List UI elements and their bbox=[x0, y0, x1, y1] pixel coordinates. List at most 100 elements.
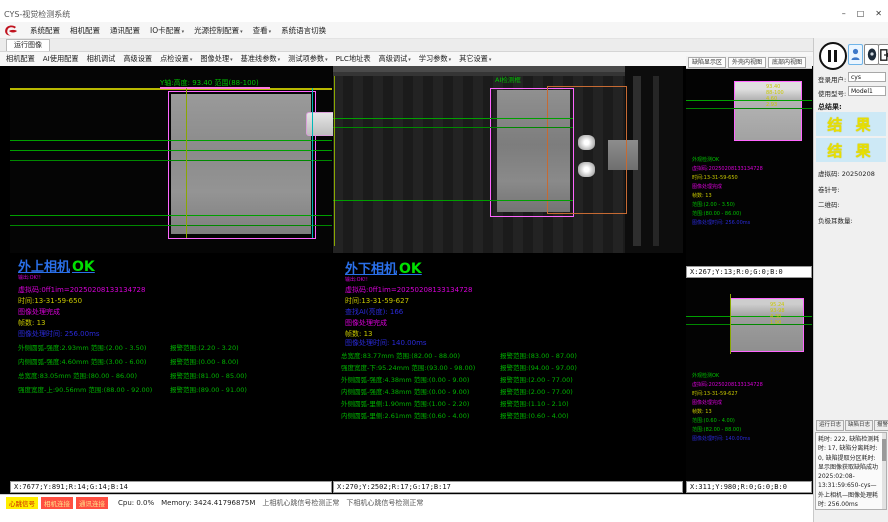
menu-item[interactable]: 光源控制配置▾ bbox=[194, 25, 243, 36]
menu-item[interactable]: 查看▾ bbox=[253, 25, 272, 36]
measurement-value: 外侧圆弧-强度:4.38mm 范围:(0.00 - 9.00) bbox=[341, 374, 469, 384]
measurement-value: 总宽度:83.05mm 范围:(80.00 - 86.00) bbox=[18, 370, 137, 380]
overlay-value: 1.90 bbox=[770, 320, 785, 326]
toolbar-button[interactable]: AI使用配置 bbox=[43, 54, 79, 64]
alarm-range: 报警范围:(2.00 - 77.00) bbox=[500, 386, 573, 396]
measurement-row: 内侧圆弧-强度:4.38mm 范围:(0.00 - 9.00) 报警范围:(2.… bbox=[333, 386, 683, 398]
log-tab[interactable]: 报警日志 bbox=[874, 420, 888, 431]
measurement-value: 强度宽度-上:90.56mm 范围:(88.00 - 92.00) bbox=[18, 384, 152, 394]
proc-time-line: 图像处理时间: 256.00ms bbox=[18, 329, 100, 339]
ok-status: OK bbox=[399, 261, 422, 277]
thumb-text-line: 时间:13-31-59-650 bbox=[692, 174, 763, 183]
ok-status: OK bbox=[72, 259, 95, 275]
toolbar-button[interactable]: 图像处理▾ bbox=[200, 54, 232, 64]
alarm-range: 报警范围:(83.00 - 87.00) bbox=[500, 350, 577, 360]
guide-line-vertical bbox=[730, 294, 731, 354]
thumbnail-tab[interactable]: 缺陷显示区 bbox=[688, 57, 726, 68]
login-user-field[interactable]: cys bbox=[848, 72, 886, 82]
measurement-row: 强度宽度-上:90.56mm 范围:(88.00 - 92.00) 报警范围:(… bbox=[10, 384, 332, 398]
pause-button[interactable] bbox=[819, 42, 847, 70]
log-tab[interactable]: 缺陷日志 bbox=[845, 420, 873, 431]
menu-items: 系统配置相机配置通讯配置 IO卡配置▾ 光源控制配置▾ 查看▾ 系统语言切换 bbox=[25, 25, 331, 36]
toolbar-button[interactable]: 基准线参数▾ bbox=[241, 54, 280, 64]
toolbar-button[interactable]: 测试项参数▾ bbox=[288, 54, 327, 64]
menu-item[interactable]: 系统语言切换 bbox=[281, 25, 326, 36]
ai-time-line: 查找AI(亮度): 166 bbox=[345, 307, 403, 317]
toolbar-button[interactable]: 高级调试▾ bbox=[379, 54, 411, 64]
menu-item[interactable]: 相机配置 bbox=[70, 25, 100, 36]
log-scrollbar[interactable] bbox=[882, 433, 886, 509]
thumb-text-line: 范围:(2.00 - 3.50) bbox=[692, 201, 763, 210]
output-line: 输出:OK!! bbox=[345, 276, 368, 283]
thumb-text-line: 帧数: 13 bbox=[692, 192, 763, 201]
toolbar-button[interactable]: 其它设置▾ bbox=[459, 54, 491, 64]
chevron-down-icon: ▾ bbox=[182, 29, 185, 35]
thumb-text-line: 时间:13-31-59-627 bbox=[692, 390, 763, 399]
toolbar-button[interactable]: 点检设置▾ bbox=[160, 54, 192, 64]
exit-button[interactable] bbox=[878, 44, 888, 65]
left-camera-image[interactable]: Y轴:高度: 93.40 范围(88-100) bbox=[10, 66, 332, 253]
user-button[interactable] bbox=[848, 44, 863, 65]
guide-line bbox=[333, 200, 573, 201]
log-tab[interactable]: 运行日志 bbox=[816, 420, 844, 431]
guide-line bbox=[686, 324, 812, 325]
measurement-row: 内侧圆弧-强度:4.60mm 范围:(3.00 - 6.00) 报警范围:(0.… bbox=[10, 356, 332, 370]
menu-item[interactable]: IO卡配置▾ bbox=[150, 25, 184, 36]
mid-measurements: 总宽度:83.77mm 范围:(82.00 - 88.00) 报警范围:(83.… bbox=[333, 350, 683, 422]
thumbnail-camera-a[interactable]: 93.4088-1004.602.93 外观检测OK虚拟码:2025020813… bbox=[686, 70, 812, 266]
tab-run-image[interactable]: 运行图像 bbox=[6, 39, 50, 51]
chevron-down-icon: ▾ bbox=[489, 57, 492, 63]
log-scrollbar-thumb[interactable] bbox=[882, 439, 886, 461]
weld-spot bbox=[578, 135, 595, 150]
guide-line bbox=[10, 225, 332, 226]
thumb-a-overlay: 93.4088-1004.602.93 bbox=[766, 84, 784, 108]
thumb-text-line: 图像处理时间: 140.00ms bbox=[692, 435, 763, 444]
menu-item[interactable]: 系统配置 bbox=[30, 25, 60, 36]
right-control-panel: 登录用户: cys 使用型号: Model1 总结果: 结 果 结 果 虚拟码:… bbox=[813, 38, 888, 522]
logout-icon bbox=[880, 49, 888, 61]
measurement-row: 外侧圆弧-里侧:1.90mm 范围:(1.00 - 2.20) 报警范围:(1.… bbox=[333, 398, 683, 410]
guide-line bbox=[686, 316, 812, 317]
thumbnail-camera-b[interactable]: 95.2493-984.381.90 外观检测OK虚拟码:20250208133… bbox=[686, 280, 812, 481]
thumbnail-tab[interactable]: 底部内视图 bbox=[768, 57, 806, 68]
menu-item[interactable]: 通讯配置 bbox=[110, 25, 140, 36]
guide-line bbox=[10, 160, 332, 161]
lock-button[interactable] bbox=[864, 44, 879, 65]
measurement-value: 总宽度:83.77mm 范围:(82.00 - 88.00) bbox=[341, 350, 460, 360]
mid-camera-image[interactable]: AI检测框 bbox=[333, 66, 683, 253]
minimize-button[interactable]: – bbox=[842, 9, 846, 18]
needle-label: 卷针号: bbox=[818, 184, 840, 194]
measurement-row: 总宽度:83.77mm 范围:(82.00 - 88.00) 报警范围:(83.… bbox=[333, 350, 683, 362]
model-label: 使用型号: bbox=[818, 88, 846, 98]
thumbnail-tab[interactable]: 外壳内视图 bbox=[728, 57, 766, 68]
barcode-label: 虚拟码: 20250208 bbox=[818, 168, 875, 178]
maximize-button[interactable]: □ bbox=[857, 9, 865, 18]
alarm-range: 报警范围:(0.00 - 8.00) bbox=[170, 356, 239, 366]
toolbar-button[interactable]: 相机调试 bbox=[87, 54, 116, 64]
result-badge-1: 结 果 bbox=[816, 112, 886, 136]
weld-spot bbox=[578, 162, 595, 177]
mid-camera-title: 外下相机OK bbox=[345, 258, 422, 277]
window-controls: – □ ✕ bbox=[842, 9, 882, 18]
part-surface bbox=[171, 94, 311, 234]
toolbar-button[interactable]: 高级设置 bbox=[123, 54, 152, 64]
alarm-range: 报警范围:(1.10 - 2.10) bbox=[500, 398, 569, 408]
thumb-text-line: 外观检测OK bbox=[692, 372, 763, 381]
toolbar-button[interactable]: 学习参数▾ bbox=[419, 54, 451, 64]
thumb-text-line: 图像处理时间: 256.00ms bbox=[692, 219, 763, 228]
model-field[interactable]: Model1 bbox=[848, 86, 886, 96]
alarm-range: 报警范围:(2.20 - 3.20) bbox=[170, 342, 239, 352]
thumb-text-line: 虚拟码:20250208133134728 bbox=[692, 165, 763, 174]
close-button[interactable]: ✕ bbox=[875, 9, 882, 18]
log-output[interactable]: 耗时: 222, 缺陷检测耗时: 17, 缺陷分离耗时: 0, 缺陷提取分区耗时… bbox=[815, 432, 887, 510]
chevron-down-icon: ▾ bbox=[269, 29, 272, 35]
guide-line bbox=[10, 150, 332, 151]
toolbar-button[interactable]: 相机配置 bbox=[6, 54, 35, 64]
process-line: 图像处理完成 bbox=[345, 318, 387, 328]
measurement-value: 外侧圆弧-里侧:1.90mm 范围:(1.00 - 2.20) bbox=[341, 398, 469, 408]
cam-up-heartbeat: 上相机心跳信号检测正常 bbox=[262, 498, 339, 508]
measurement-row: 强度宽度-下:95.24mm 范围:(93.00 - 98.00) 报警范围:(… bbox=[333, 362, 683, 374]
output-line: 输出:OK!! bbox=[18, 274, 41, 281]
thumb-a-coord-bar: X:267;Y:13;R:0;G:0;B:0 bbox=[686, 266, 812, 278]
toolbar-button[interactable]: PLC地址表 bbox=[336, 54, 371, 64]
